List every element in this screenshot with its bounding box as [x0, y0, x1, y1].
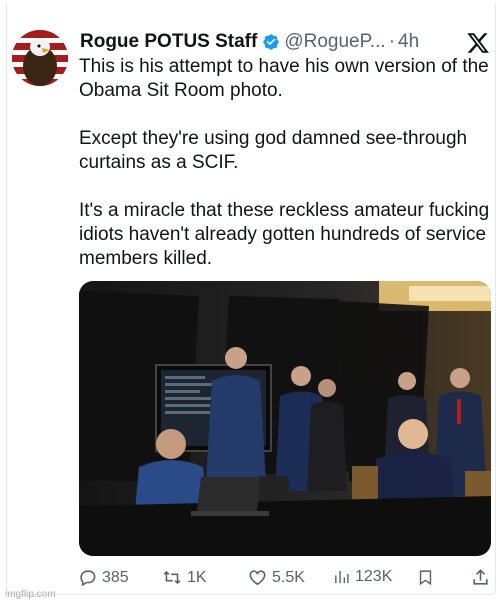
tweet-header: Rogue POTUS Staff @RogueP... · 4h [80, 30, 419, 54]
repost-count: 1K [187, 568, 207, 586]
tweet-paragraph: It's a miracle that these reckless amate… [79, 200, 490, 269]
tweet-paragraph: This is his attempt to have his own vers… [79, 56, 489, 101]
like-button[interactable]: 5.5K [248, 568, 305, 587]
bookmark-icon [419, 570, 432, 586]
tweet-text: This is his attempt to have his own vers… [79, 55, 491, 295]
tweet-photo[interactable] [79, 281, 491, 556]
separator-dot: · [388, 31, 396, 52]
views-button[interactable]: 123K [333, 568, 392, 586]
verified-badge-icon [263, 34, 280, 50]
reply-count: 385 [102, 568, 129, 586]
reply-button[interactable]: 385 [78, 568, 129, 587]
x-logo-icon [467, 33, 489, 53]
timestamp[interactable]: 4h [398, 31, 419, 53]
views-icon [335, 570, 349, 583]
tweet-paragraph: Except they're using god damned see-thro… [79, 128, 468, 173]
situation-room-photo [79, 281, 491, 556]
handle[interactable]: @RogueP... [284, 31, 385, 53]
tweet-actions: 385 1K 5.5K 123K [78, 568, 494, 590]
share-icon [473, 569, 488, 585]
avatar[interactable] [12, 30, 68, 86]
display-name[interactable]: Rogue POTUS Staff [80, 31, 257, 53]
repost-button[interactable]: 1K [162, 568, 207, 587]
repost-icon [163, 570, 181, 585]
imgflip-watermark: imgflip.com [5, 589, 56, 600]
avatar-eagle-flag-image [12, 30, 68, 86]
bookmark-button[interactable] [417, 568, 439, 587]
reply-icon [80, 570, 96, 587]
share-button[interactable] [471, 568, 495, 587]
like-count: 5.5K [272, 568, 305, 586]
views-count: 123K [355, 568, 393, 585]
heart-icon [249, 570, 266, 586]
